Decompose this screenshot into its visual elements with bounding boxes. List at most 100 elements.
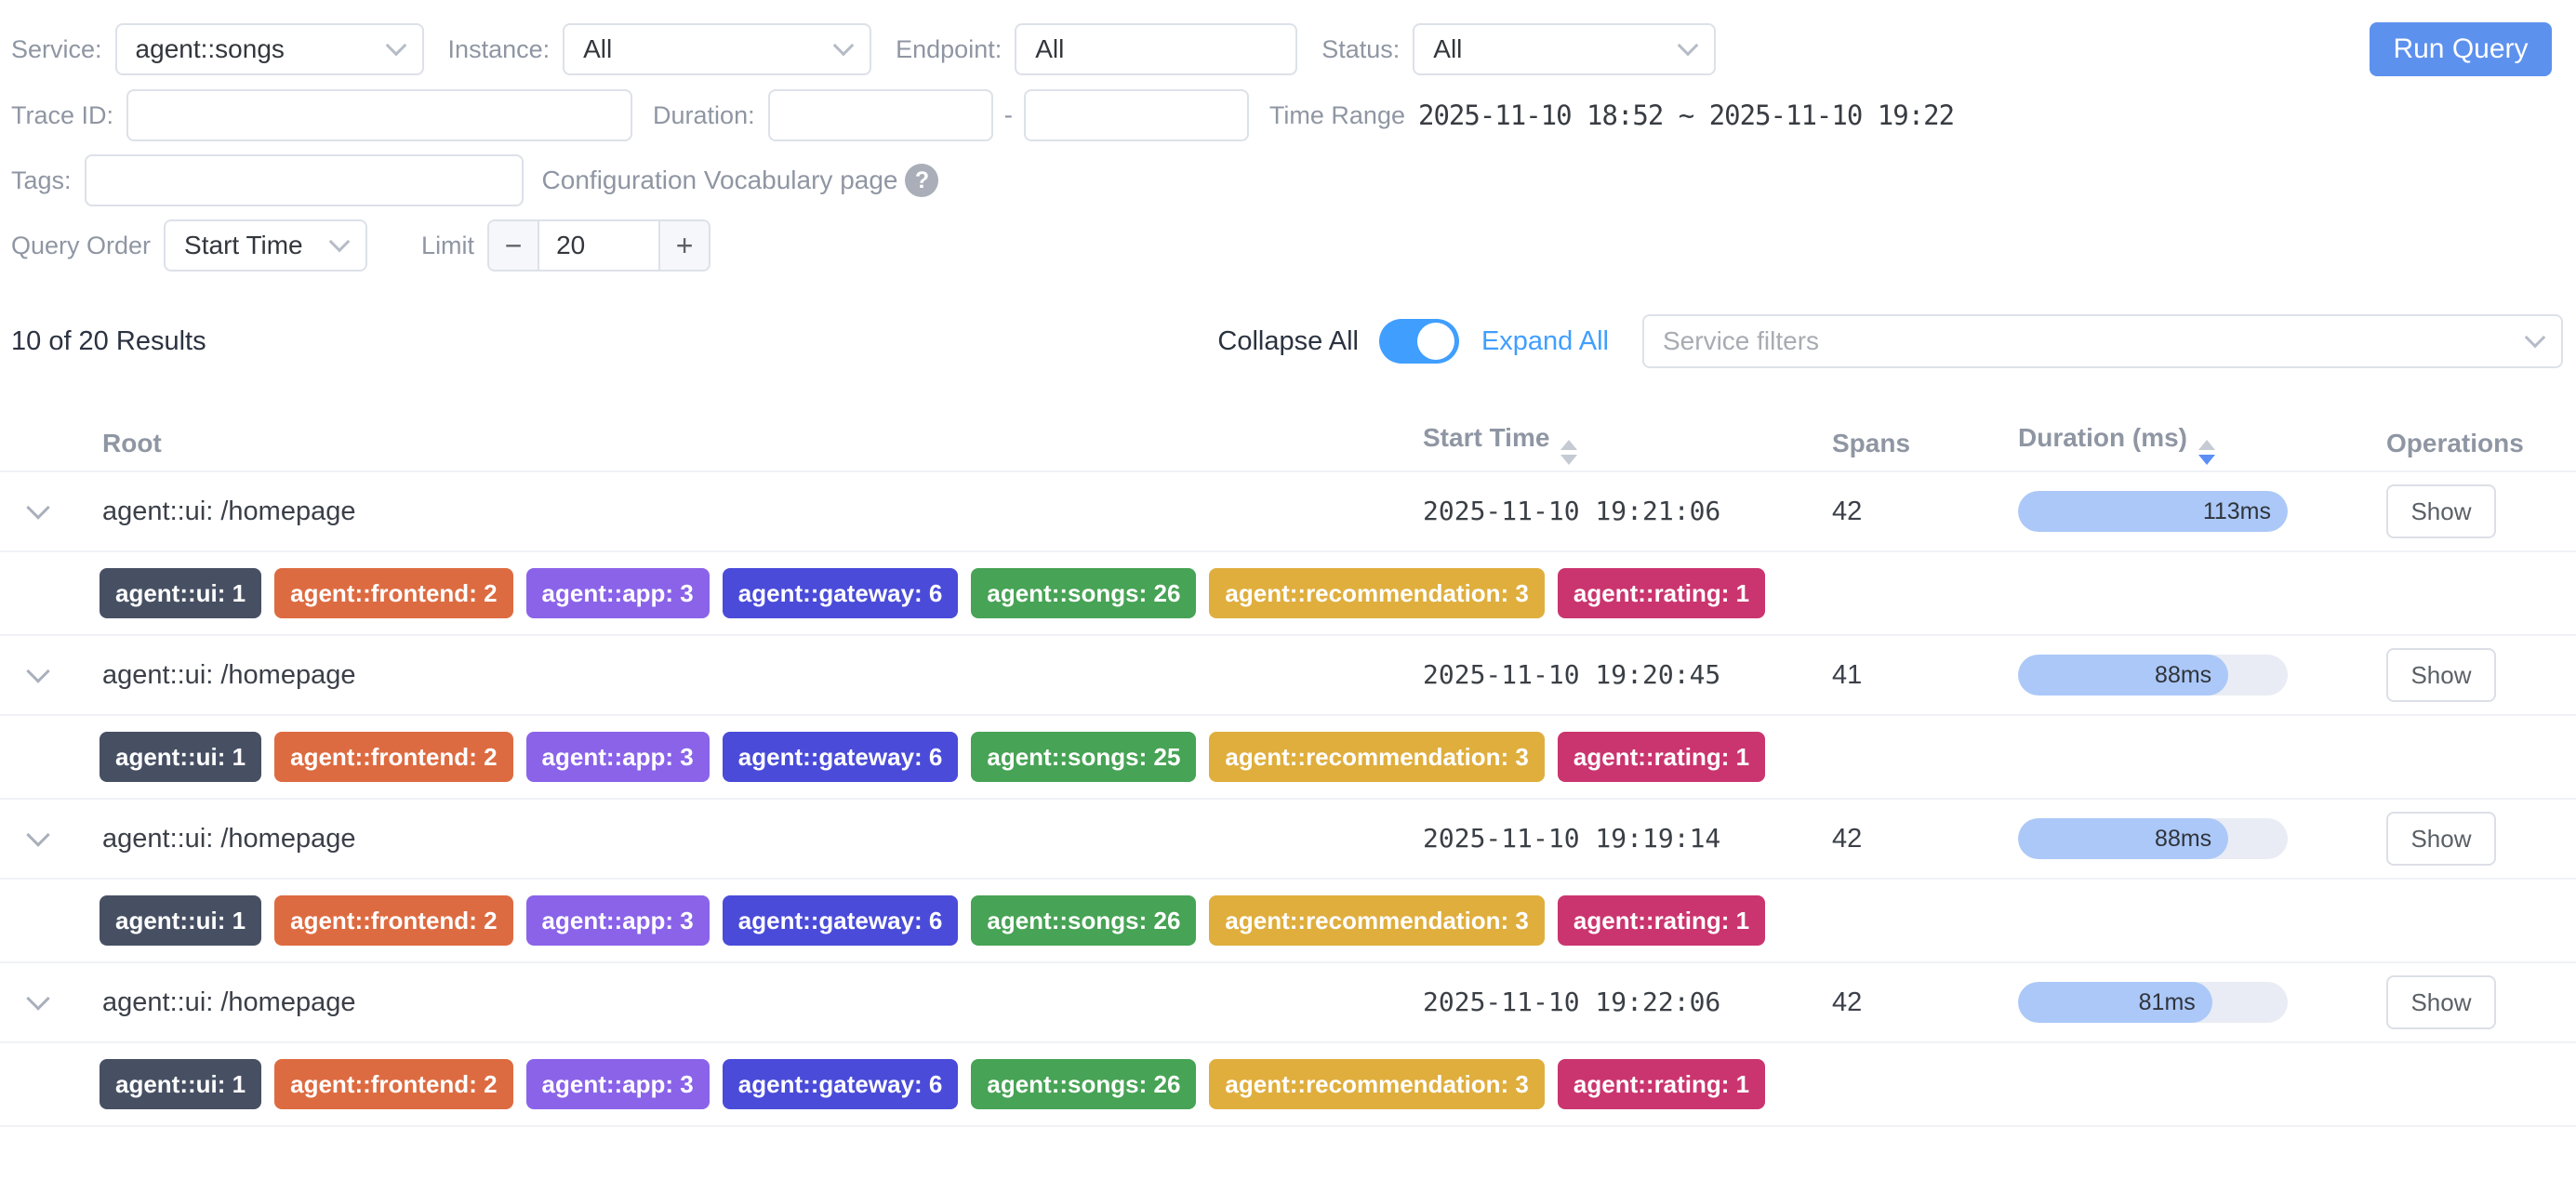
- time-range-value[interactable]: 2025-11-10 18:52 ~ 2025-11-10 19:22: [1418, 99, 1954, 131]
- duration-bar-fill: 88ms: [2018, 818, 2228, 859]
- instance-select-value: All: [583, 34, 612, 64]
- trace-spans: 42: [1795, 497, 1981, 527]
- service-span-badge: agent::rating: 1: [1558, 895, 1765, 946]
- trace-row: agent::ui: /homepage 2025-11-10 19:21:06…: [0, 472, 2576, 552]
- service-select[interactable]: agent::songs: [115, 23, 424, 75]
- header-spans: Spans: [1795, 429, 1981, 458]
- show-button[interactable]: Show: [2386, 812, 2496, 866]
- show-button[interactable]: Show: [2386, 975, 2496, 1029]
- trace-root: agent::ui: /homepage: [0, 824, 1386, 854]
- service-span-badge: agent::app: 3: [526, 568, 710, 618]
- header-start-time: Start Time: [1386, 423, 1795, 465]
- trace-start-time: 2025-11-10 19:19:14: [1423, 823, 1720, 854]
- service-span-badge: agent::recommendation: 3: [1209, 1059, 1545, 1109]
- service-span-badge: agent::gateway: 6: [723, 895, 959, 946]
- trace-table: Root Start Time Spans Duration (ms) Oper…: [0, 417, 2576, 1127]
- service-span-badge: agent::frontend: 2: [274, 895, 512, 946]
- trace-row: agent::ui: /homepage 2025-11-10 19:22:06…: [0, 963, 2576, 1043]
- trace-badge-row: agent::ui: 1agent::frontend: 2agent::app…: [0, 552, 2576, 636]
- duration-label: Duration:: [653, 101, 755, 130]
- service-span-badge: agent::app: 3: [526, 895, 710, 946]
- service-span-badge: agent::recommendation: 3: [1209, 568, 1545, 618]
- header-root: Root: [0, 429, 1386, 458]
- filter-row-1: Service: agent::songs Instance: All Endp…: [11, 22, 2563, 76]
- trace-rows: agent::ui: /homepage 2025-11-10 19:21:06…: [0, 472, 2576, 1127]
- service-span-badge: agent::rating: 1: [1558, 732, 1765, 782]
- duration-sort-icon[interactable]: [2198, 440, 2215, 465]
- limit-value[interactable]: 20: [539, 221, 658, 270]
- trace-id-label: Trace ID:: [11, 101, 113, 130]
- service-filters-placeholder: Service filters: [1663, 326, 1819, 356]
- service-span-badge: agent::songs: 26: [971, 895, 1196, 946]
- show-button[interactable]: Show: [2386, 648, 2496, 702]
- duration-min-input[interactable]: [789, 100, 973, 130]
- header-operations: Operations: [2288, 429, 2576, 458]
- duration-bar: 88ms: [2018, 818, 2288, 859]
- expand-collapse-toggle[interactable]: [1379, 319, 1459, 364]
- duration-bar: 113ms: [2018, 491, 2288, 532]
- status-select[interactable]: All: [1413, 23, 1716, 75]
- toggle-knob: [1417, 323, 1454, 360]
- trace-root: agent::ui: /homepage: [0, 660, 1386, 691]
- service-span-badge: agent::gateway: 6: [723, 732, 959, 782]
- trace-id-input[interactable]: [147, 100, 612, 130]
- header-duration-label: Duration (ms): [2018, 423, 2187, 452]
- duration-bar-fill: 113ms: [2018, 491, 2288, 532]
- expand-all-label[interactable]: Expand All: [1481, 326, 1609, 357]
- trace-badge-row: agent::ui: 1agent::frontend: 2agent::app…: [0, 1043, 2576, 1127]
- limit-increase-button[interactable]: +: [658, 221, 709, 270]
- help-question-icon[interactable]: ?: [905, 164, 938, 197]
- filter-row-4: Query Order Start Time Limit − 20 +: [11, 219, 2563, 272]
- duration-separator: -: [1004, 100, 1013, 130]
- trace-start-time: 2025-11-10 19:22:06: [1423, 987, 1720, 1017]
- service-span-badge: agent::recommendation: 3: [1209, 895, 1545, 946]
- duration-bar: 81ms: [2018, 982, 2288, 1023]
- service-span-badge: agent::rating: 1: [1558, 568, 1765, 618]
- collapse-all-label[interactable]: Collapse All: [1217, 326, 1359, 357]
- status-select-value: All: [1433, 34, 1462, 64]
- duration-min-input-wrap: [768, 89, 993, 141]
- duration-bar: 88ms: [2018, 655, 2288, 695]
- service-span-badge: agent::ui: 1: [100, 568, 261, 618]
- start-time-sort-icon[interactable]: [1560, 440, 1577, 465]
- duration-bar-fill: 81ms: [2018, 982, 2212, 1023]
- trace-root: agent::ui: /homepage: [0, 987, 1386, 1018]
- query-order-select[interactable]: Start Time: [164, 219, 367, 272]
- service-filters-select[interactable]: Service filters: [1642, 314, 2563, 368]
- instance-select[interactable]: All: [563, 23, 871, 75]
- header-start-time-label: Start Time: [1423, 423, 1549, 452]
- query-order-value: Start Time: [184, 231, 303, 260]
- service-select-value: agent::songs: [136, 34, 285, 64]
- endpoint-input[interactable]: [1035, 34, 1277, 64]
- limit-stepper: − 20 +: [487, 219, 710, 272]
- service-span-badge: agent::frontend: 2: [274, 732, 512, 782]
- duration-max-input[interactable]: [1044, 100, 1228, 130]
- chevron-down-icon: [1678, 35, 1699, 57]
- service-span-badge: agent::ui: 1: [100, 895, 261, 946]
- service-span-badge: agent::ui: 1: [100, 1059, 261, 1109]
- service-span-badge: agent::app: 3: [526, 732, 710, 782]
- run-query-button[interactable]: Run Query: [2370, 22, 2552, 76]
- service-span-badge: agent::recommendation: 3: [1209, 732, 1545, 782]
- trace-spans: 42: [1795, 824, 1981, 854]
- service-span-badge: agent::rating: 1: [1558, 1059, 1765, 1109]
- endpoint-label: Endpoint:: [896, 35, 1002, 64]
- chevron-down-icon: [833, 35, 855, 57]
- tags-input[interactable]: [105, 166, 503, 195]
- trace-spans: 42: [1795, 987, 1981, 1018]
- chevron-down-icon: [329, 232, 351, 253]
- trace-start-time: 2025-11-10 19:20:45: [1423, 659, 1720, 690]
- show-button[interactable]: Show: [2386, 484, 2496, 538]
- limit-decrease-button[interactable]: −: [489, 221, 539, 270]
- query-order-label: Query Order: [11, 232, 151, 260]
- service-span-badge: agent::songs: 25: [971, 732, 1196, 782]
- tags-label: Tags:: [11, 166, 72, 195]
- limit-label: Limit: [421, 232, 474, 260]
- trace-badge-row: agent::ui: 1 agent::frontend: 2 agent::app…: [0, 880, 2576, 963]
- header-duration: Duration (ms): [1981, 423, 2288, 465]
- service-label: Service:: [11, 35, 102, 64]
- trace-row: agent::ui: /homepage 2025-11-10 19:20:45…: [0, 636, 2576, 716]
- results-summary: 10 of 20 Results: [11, 326, 206, 357]
- filter-row-3: Tags: Configuration Vocabulary page ?: [11, 154, 2563, 206]
- trace-start-time: 2025-11-10 19:21:06: [1423, 496, 1720, 526]
